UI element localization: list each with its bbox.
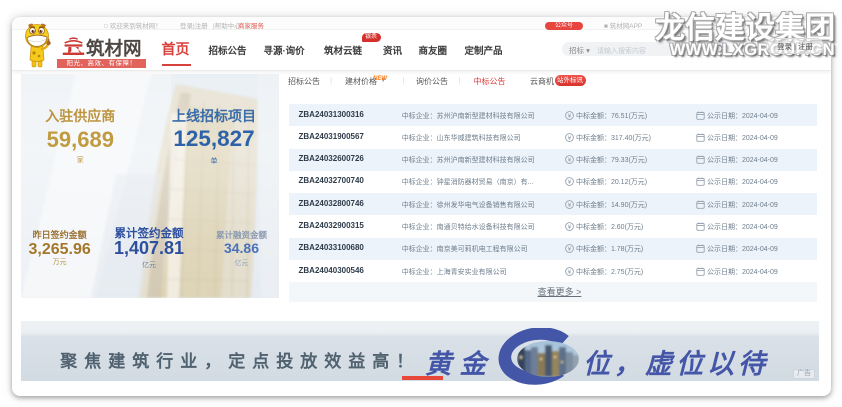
svg-text:¥: ¥ <box>568 268 572 275</box>
svg-text:¥: ¥ <box>568 112 572 119</box>
svg-text:¥: ¥ <box>568 157 572 164</box>
svg-text:¥: ¥ <box>568 224 572 231</box>
svg-text:¥: ¥ <box>568 135 572 142</box>
svg-text:¥: ¥ <box>568 179 572 186</box>
svg-text:¥: ¥ <box>568 201 572 208</box>
svg-text:¥: ¥ <box>568 246 572 253</box>
